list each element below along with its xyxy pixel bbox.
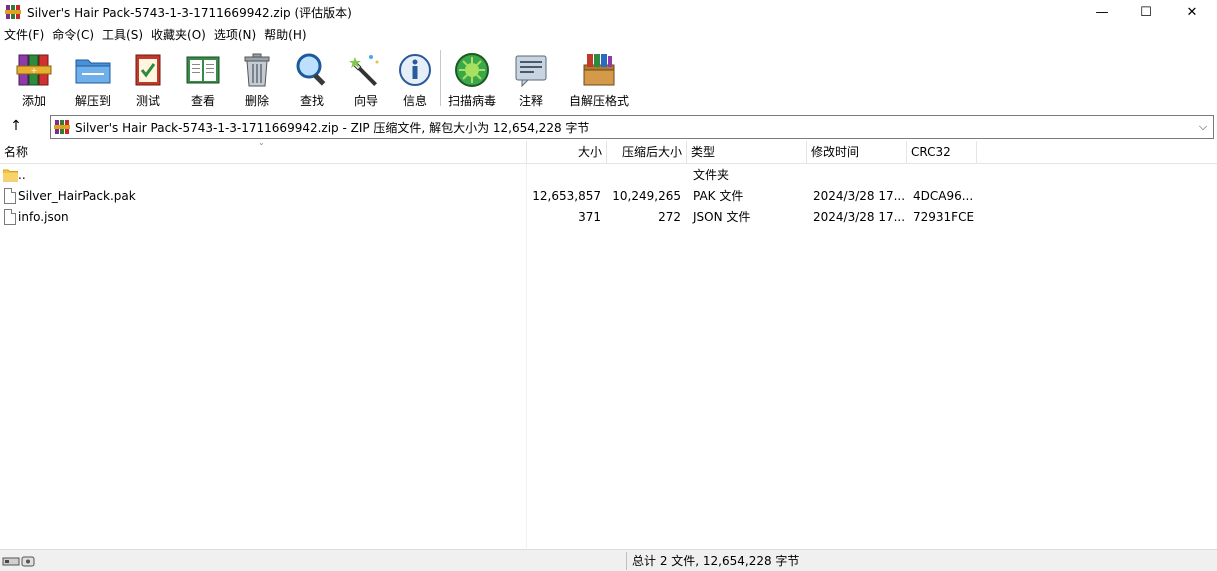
info-button[interactable]: 信息: [394, 46, 436, 112]
sort-caret-icon: ⌄: [258, 138, 265, 147]
column-crc-label: CRC32: [911, 145, 951, 159]
item-type: PAK 文件: [693, 189, 744, 203]
item-name: info.json: [18, 210, 69, 224]
column-name-label: 名称: [4, 145, 29, 159]
list-item[interactable]: Silver_HairPack.pak 12,653,857 10,249,26…: [0, 186, 1217, 207]
column-packed-label: 压缩后大小: [621, 145, 682, 159]
status-summary: 总计 2 文件, 12,654,228 字节: [632, 554, 800, 568]
find-label: 查找: [299, 94, 324, 108]
delete-button[interactable]: 删除: [228, 46, 286, 112]
maximize-button[interactable]: ☐: [1123, 0, 1169, 24]
archive-icon: [54, 119, 70, 135]
add-label: 添加: [21, 94, 46, 108]
virus-scan-button[interactable]: 扫描病毒: [445, 46, 499, 112]
sfx-label: 自解压格式: [568, 94, 629, 108]
wizard-label: 向导: [353, 94, 378, 108]
minimize-button[interactable]: —: [1079, 0, 1125, 24]
maximize-icon: ☐: [1140, 4, 1152, 20]
chevron-down-icon: ⌵: [1198, 120, 1208, 133]
item-name: Silver_HairPack.pak: [18, 189, 136, 203]
winrar-app-icon[interactable]: [5, 4, 21, 20]
add-archive-icon: +: [15, 51, 53, 89]
address-row: ↑ Silver's Hair Pack-5743-1-3-1711669942…: [0, 113, 1217, 140]
toolbar-separator: [440, 50, 441, 106]
item-modified: 2024/3/28 17...: [813, 189, 906, 203]
status-bar: 总计 2 文件, 12,654,228 字节: [0, 549, 1217, 571]
address-text: Silver's Hair Pack-5743-1-3-1711669942.z…: [75, 120, 590, 135]
view-icon: [184, 51, 222, 89]
title-bar: Silver's Hair Pack-5743-1-3-1711669942.z…: [0, 0, 1217, 24]
delete-label: 删除: [244, 94, 269, 108]
item-packed-size: 272: [658, 210, 681, 224]
test-label: 测试: [135, 94, 160, 108]
list-item[interactable]: .. 文件夹: [0, 165, 1217, 186]
view-button[interactable]: 查看: [178, 46, 228, 112]
menu-bar: 文件(F) 命令(C) 工具(S) 收藏夹(O) 选项(N) 帮助(H): [0, 25, 1217, 45]
item-crc: 4DCA96...: [913, 189, 974, 203]
svg-text:+: +: [31, 66, 38, 75]
column-packed[interactable]: 压缩后大小: [607, 141, 687, 164]
folder-icon: [2, 168, 19, 182]
item-crc: 72931FCE: [913, 210, 975, 224]
comment-icon: [512, 51, 550, 89]
menu-options[interactable]: 选项(N): [210, 25, 260, 45]
sfx-button[interactable]: 自解压格式: [563, 46, 635, 112]
column-modified[interactable]: 修改时间: [807, 141, 907, 164]
sfx-icon: [580, 51, 618, 89]
file-list: 名称 ⌄ 大小 压缩后大小 类型 修改时间 CRC32 .. 文件夹 Silve…: [0, 138, 1217, 548]
wizard-button[interactable]: 向导: [338, 46, 394, 112]
find-icon: [293, 51, 331, 89]
item-size: 12,653,857: [532, 189, 601, 203]
menu-tools[interactable]: 工具(S): [98, 25, 147, 45]
drive-icon: [2, 553, 38, 569]
column-type-label: 类型: [691, 145, 716, 159]
address-bar[interactable]: Silver's Hair Pack-5743-1-3-1711669942.z…: [50, 115, 1214, 139]
item-name: ..: [18, 168, 26, 182]
item-type: JSON 文件: [693, 210, 751, 224]
menu-file[interactable]: 文件(F): [0, 25, 48, 45]
info-icon: [396, 51, 434, 89]
column-modified-label: 修改时间: [811, 145, 860, 159]
column-size[interactable]: 大小: [527, 141, 607, 164]
list-item[interactable]: info.json 371 272 JSON 文件 2024/3/28 17..…: [0, 207, 1217, 228]
list-header: 名称 ⌄ 大小 压缩后大小 类型 修改时间 CRC32: [0, 138, 1217, 164]
wizard-icon: [347, 51, 385, 89]
item-modified: 2024/3/28 17...: [813, 210, 906, 224]
virus-scan-label: 扫描病毒: [447, 94, 496, 108]
up-folder-button[interactable]: ↑: [4, 115, 28, 137]
column-size-label: 大小: [577, 145, 602, 159]
extract-to-label: 解压到: [74, 94, 111, 108]
toolbar: + 添加 解压到 测试 查看 删除 查找 向导 信息 扫描病毒 注释 自解压格式: [0, 46, 1217, 112]
comment-button[interactable]: 注释: [499, 46, 563, 112]
info-label: 信息: [402, 94, 427, 108]
address-dropdown-button[interactable]: ⌵: [1195, 117, 1211, 137]
menu-favorites[interactable]: 收藏夹(O): [147, 25, 210, 45]
column-crc[interactable]: CRC32: [907, 141, 977, 164]
find-button[interactable]: 查找: [286, 46, 338, 112]
comment-label: 注释: [518, 94, 543, 108]
file-icon: [4, 209, 16, 225]
item-size: 371: [578, 210, 601, 224]
status-divider: [626, 552, 627, 570]
delete-icon: [238, 51, 276, 89]
virus-scan-icon: [453, 51, 491, 89]
minimize-icon: —: [1095, 4, 1109, 20]
column-type[interactable]: 类型: [687, 141, 807, 164]
test-icon: [129, 51, 167, 89]
menu-help[interactable]: 帮助(H): [260, 25, 310, 45]
close-button[interactable]: ✕: [1169, 0, 1215, 24]
item-packed-size: 10,249,265: [612, 189, 681, 203]
test-button[interactable]: 测试: [118, 46, 178, 112]
extract-to-icon: [74, 51, 112, 89]
close-icon: ✕: [1186, 4, 1198, 20]
window-title: Silver's Hair Pack-5743-1-3-1711669942.z…: [27, 5, 352, 20]
menu-commands[interactable]: 命令(C): [48, 25, 98, 45]
view-label: 查看: [190, 94, 215, 108]
arrow-up-icon: ↑: [10, 118, 22, 134]
item-type: 文件夹: [693, 168, 730, 182]
file-icon: [4, 188, 16, 204]
add-button[interactable]: + 添加: [0, 46, 68, 112]
extract-to-button[interactable]: 解压到: [68, 46, 118, 112]
